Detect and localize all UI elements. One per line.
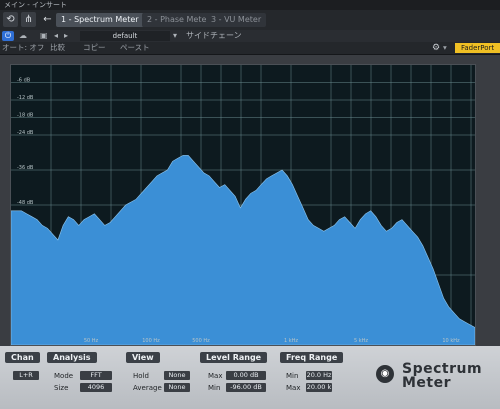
power-button[interactable]: ⏻	[2, 31, 14, 41]
x-tick-label: 500 Hz	[192, 338, 210, 344]
size-label: Size	[54, 384, 69, 392]
compare-button[interactable]: 比較	[50, 42, 65, 54]
freq-max-label: Max	[286, 384, 301, 392]
hold-selector[interactable]: None	[164, 371, 190, 380]
spectrum-curve	[11, 155, 475, 345]
y-tick-label: -6 dB	[17, 78, 31, 84]
y-tick-label: -24 dB	[17, 130, 34, 136]
freq-range-header: Freq Range	[280, 352, 344, 363]
level-min-label: Min	[208, 384, 221, 392]
level-min-field[interactable]: -96.00 dB	[226, 383, 266, 392]
gear-menu-icon[interactable]: ▾	[443, 42, 447, 54]
x-tick-label: 10 kHz	[442, 338, 460, 344]
paste-button[interactable]: ペースト	[120, 42, 150, 54]
plugin-tab-row: ⟲ ⋔ ← 1 - Spectrum Meter 2 - Phase Meter…	[0, 10, 500, 31]
folder-icon[interactable]: ▣	[40, 30, 48, 42]
window-title: メイン - インサート	[4, 1, 67, 9]
mode-selector[interactable]: FFT	[80, 371, 112, 380]
freq-min-field[interactable]: 20.0 Hz	[306, 371, 332, 380]
logo-line2: Meter	[402, 375, 452, 391]
average-label: Average	[133, 384, 162, 392]
preset-menu-icon[interactable]: ▾	[173, 30, 177, 42]
channel-selector[interactable]: L+R	[13, 371, 39, 380]
chan-header: Chan	[5, 352, 40, 363]
size-selector[interactable]: 4096	[80, 383, 112, 392]
tab-spectrum-meter[interactable]: 1 - Spectrum Meter	[56, 13, 144, 27]
back-arrow-icon[interactable]: ←	[40, 12, 55, 27]
gear-icon[interactable]: ⚙	[432, 42, 440, 54]
window-titlebar: メイン - インサート	[0, 0, 500, 10]
spectrum-svg: -6 dB-12 dB-18 dB-24 dB-36 dB-48 dB-72 d…	[11, 65, 475, 345]
view-header: View	[126, 352, 160, 363]
cloud-icon[interactable]: ☁	[19, 30, 27, 42]
sidechain-button[interactable]: サイドチェーン	[186, 30, 242, 42]
tab-vu-meter[interactable]: 3 - VU Meter	[206, 13, 267, 27]
preset-selector[interactable]: default	[80, 31, 170, 41]
y-tick-label: -48 dB	[17, 200, 34, 206]
level-max-field[interactable]: 0.00 dB	[226, 371, 266, 380]
average-selector[interactable]: None	[164, 383, 190, 392]
y-tick-label: -12 dB	[17, 95, 34, 101]
analysis-header: Analysis	[47, 352, 97, 363]
automation-toolbar: オート: オフ 比較 コピー ペースト ⚙ ▾ FaderPort	[0, 42, 500, 55]
freq-max-field[interactable]: 20.00 k	[306, 383, 332, 392]
x-tick-label: 50 Hz	[84, 338, 99, 344]
auto-off-button[interactable]: オート: オフ	[2, 42, 44, 54]
copy-button[interactable]: コピー	[83, 42, 106, 54]
level-max-label: Max	[208, 372, 223, 380]
level-range-header: Level Range	[200, 352, 268, 363]
faderport-button[interactable]: FaderPort	[455, 43, 500, 53]
routing-icon[interactable]: ⟲	[3, 12, 18, 27]
y-tick-label: -36 dB	[17, 165, 34, 171]
x-tick-label: 100 Hz	[142, 338, 160, 344]
tab-phase-meter[interactable]: 2 - Phase Meter	[142, 13, 215, 27]
y-tick-label: -18 dB	[17, 113, 34, 119]
mode-label: Mode	[54, 372, 74, 380]
x-tick-label: 1 kHz	[284, 338, 298, 344]
presonus-logo-icon: ◉	[376, 365, 394, 383]
preset-toolbar: ⏻ ☁ ▣ ◂ ▸ default ▾ サイドチェーン	[0, 30, 500, 42]
spectrum-display: -6 dB-12 dB-18 dB-24 dB-36 dB-48 dB-72 d…	[10, 64, 476, 346]
insert-routing-icon[interactable]: ⋔	[21, 12, 36, 27]
next-preset-icon[interactable]: ▸	[64, 30, 68, 42]
prev-preset-icon[interactable]: ◂	[54, 30, 58, 42]
freq-min-label: Min	[286, 372, 299, 380]
x-tick-label: 5 kHz	[354, 338, 368, 344]
hold-label: Hold	[133, 372, 149, 380]
spectrum-meter-logo: ◉ Spectrum Meter	[376, 361, 496, 399]
